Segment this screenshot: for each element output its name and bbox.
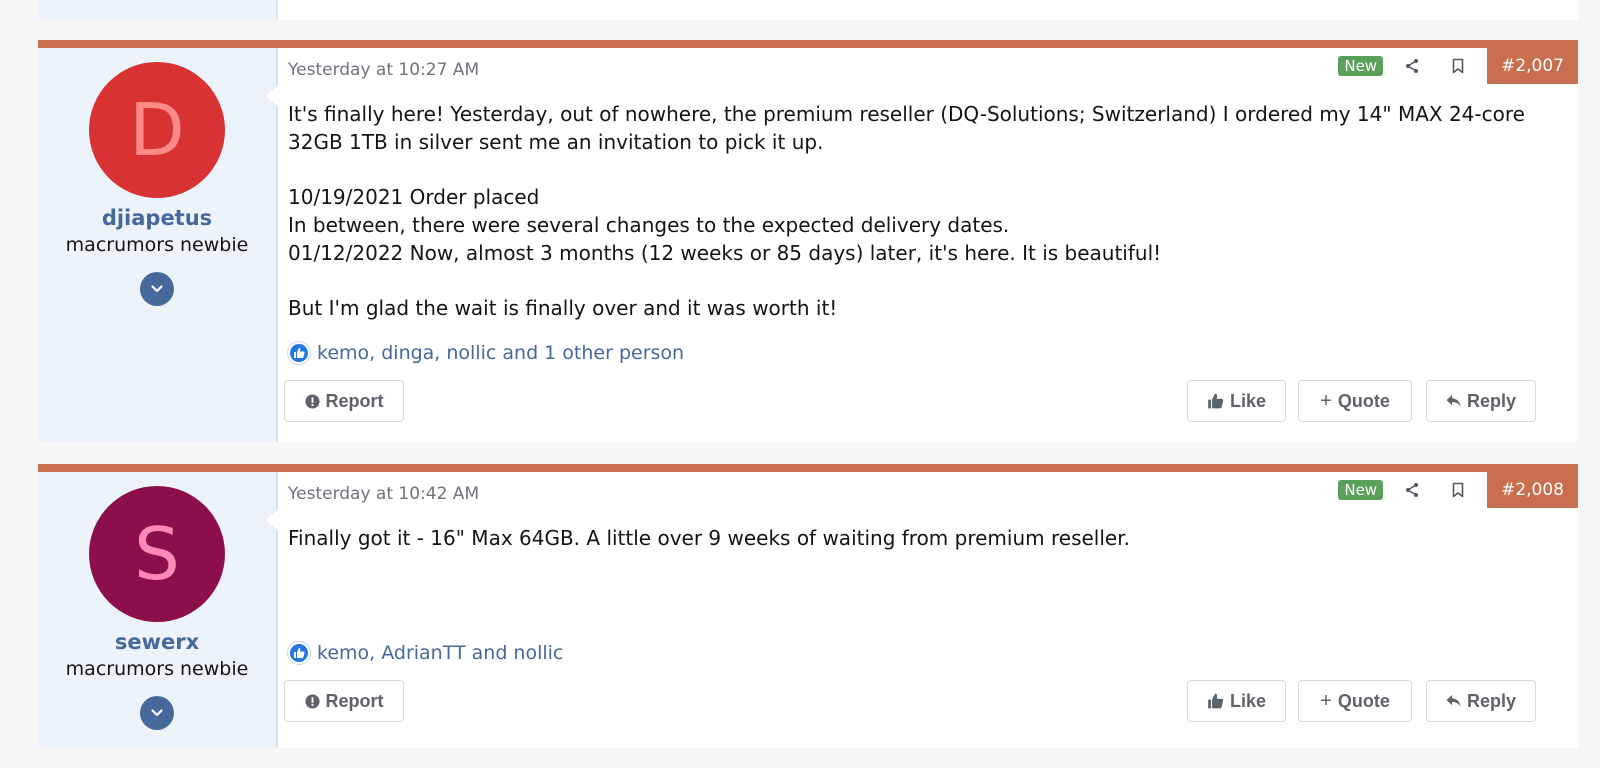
post-user-sidebar: D djiapetus macrumors newbie — [38, 48, 278, 442]
post-date[interactable]: Yesterday at 10:42 AM — [288, 484, 479, 504]
bookmark-icon[interactable] — [1441, 473, 1475, 507]
share-icon[interactable] — [1395, 473, 1429, 507]
reply-arrow-icon — [1446, 694, 1461, 707]
previous-post-sidebar — [38, 0, 278, 20]
sidebar-pointer — [266, 86, 278, 106]
post-paragraph: 10/19/2021 Order placed In between, ther… — [288, 185, 1162, 265]
plus-icon: + — [1320, 689, 1332, 712]
thumbs-up-icon — [1208, 393, 1224, 409]
like-label: Like — [1229, 690, 1267, 711]
reactions-bar[interactable]: kemo, AdrianTT and nollic — [288, 642, 563, 664]
user-title: macrumors newbie — [65, 658, 249, 680]
quote-label: Quote — [1337, 690, 1390, 711]
post-main: Yesterday at 10:27 AM New #2,007 It's fi… — [284, 48, 1578, 442]
like-button[interactable]: Like — [1187, 680, 1286, 722]
post-paragraph: But I'm glad the wait is finally over an… — [288, 296, 838, 320]
share-icon[interactable] — [1395, 49, 1429, 83]
post-number[interactable]: #2,007 — [1487, 48, 1578, 84]
expand-user-info-button[interactable] — [140, 696, 174, 730]
avatar-letter: D — [129, 88, 185, 172]
exclamation-circle-icon — [304, 393, 320, 409]
avatar-letter: S — [134, 512, 180, 596]
sidebar-pointer — [266, 510, 278, 530]
username[interactable]: djiapetus — [38, 206, 276, 230]
report-label: Report — [325, 690, 384, 711]
post-date[interactable]: Yesterday at 10:27 AM — [288, 60, 479, 80]
post: D djiapetus macrumors newbie Yesterday a… — [38, 40, 1578, 442]
report-button[interactable]: Report — [284, 380, 404, 422]
user-title: macrumors newbie — [65, 234, 249, 256]
username[interactable]: sewerx — [38, 630, 276, 654]
quote-label: Quote — [1337, 390, 1390, 411]
post-main: Yesterday at 10:42 AM New #2,008 Finally… — [284, 472, 1578, 748]
post-paragraph: Finally got it - 16" Max 64GB. A little … — [288, 526, 1130, 550]
chevron-down-icon — [151, 285, 163, 293]
like-button[interactable]: Like — [1187, 380, 1286, 422]
reply-label: Reply — [1466, 390, 1517, 411]
expand-user-info-button[interactable] — [140, 272, 174, 306]
post-actions-bar: New #2,007 — [1338, 48, 1578, 84]
post-actions-bar: New #2,008 — [1338, 472, 1578, 508]
previous-post-remnant — [38, 0, 1578, 20]
post-number[interactable]: #2,008 — [1487, 472, 1578, 508]
reply-arrow-icon — [1446, 394, 1461, 407]
post-paragraph: It's finally here! Yesterday, out of now… — [288, 102, 1532, 154]
reply-label: Reply — [1466, 690, 1517, 711]
post-user-sidebar: S sewerx macrumors newbie — [38, 472, 278, 748]
report-button[interactable]: Report — [284, 680, 404, 722]
reactions-text[interactable]: kemo, AdrianTT and nollic — [317, 642, 563, 664]
new-badge: New — [1338, 480, 1384, 500]
exclamation-circle-icon — [304, 693, 320, 709]
reply-button[interactable]: Reply — [1426, 680, 1536, 722]
avatar[interactable]: S — [89, 486, 225, 622]
thumbs-up-icon — [1208, 693, 1224, 709]
like-label: Like — [1229, 390, 1267, 411]
post-body: It's finally here! Yesterday, out of now… — [288, 100, 1554, 322]
quote-button[interactable]: + Quote — [1298, 680, 1412, 722]
new-badge: New — [1338, 56, 1384, 76]
quote-button[interactable]: + Quote — [1298, 380, 1412, 422]
reactions-bar[interactable]: kemo, dinga, nollic and 1 other person — [288, 342, 684, 364]
report-label: Report — [325, 390, 384, 411]
chevron-down-icon — [151, 709, 163, 717]
post: S sewerx macrumors newbie Yesterday at 1… — [38, 464, 1578, 748]
bookmark-icon[interactable] — [1441, 49, 1475, 83]
like-reaction-icon — [288, 642, 310, 664]
post-body: Finally got it - 16" Max 64GB. A little … — [288, 524, 1554, 552]
reply-button[interactable]: Reply — [1426, 380, 1536, 422]
reactions-text[interactable]: kemo, dinga, nollic and 1 other person — [317, 342, 684, 364]
like-reaction-icon — [288, 342, 310, 364]
plus-icon: + — [1320, 389, 1332, 412]
avatar[interactable]: D — [89, 62, 225, 198]
